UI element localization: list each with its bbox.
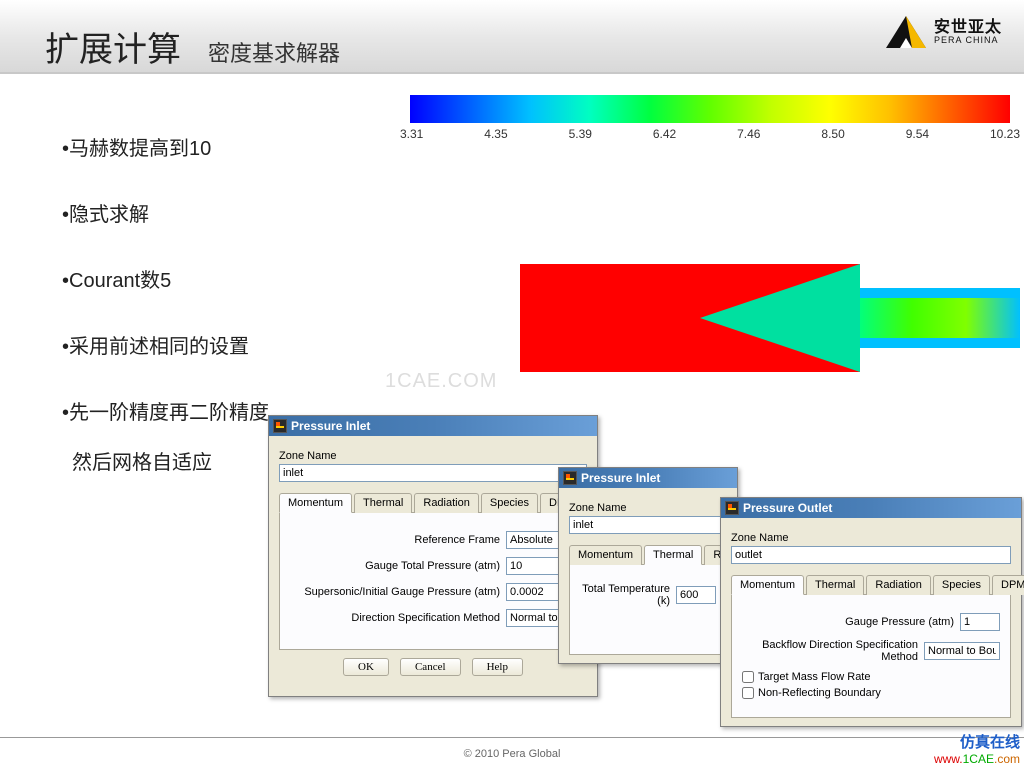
checkbox-label: Non-Reflecting Boundary xyxy=(758,687,881,699)
site-badge: 仿真在线 www.1CAE.com xyxy=(934,734,1020,766)
badge-url: www.1CAE.com xyxy=(934,752,1020,766)
slide-title: 扩展计算 xyxy=(45,22,181,71)
tab-momentum[interactable]: Momentum xyxy=(279,493,352,513)
backflow-direction-label: Backflow Direction Specification Method xyxy=(742,639,918,663)
checkbox-input[interactable] xyxy=(742,671,754,683)
watermark: 1CAE.COM xyxy=(385,370,497,393)
colorbar-ticks: 3.31 4.35 5.39 6.42 7.46 8.50 9.54 10.23 xyxy=(400,127,1020,141)
footer-copyright: © 2010 Pera Global xyxy=(0,748,1024,760)
logo-text-cn: 安世亚太 xyxy=(934,20,1002,36)
zone-name-label: Zone Name xyxy=(569,502,727,514)
gauge-pressure-input[interactable] xyxy=(960,613,1000,631)
tab-species[interactable]: Species xyxy=(933,575,990,595)
gauge-pressure-label: Gauge Pressure (atm) xyxy=(845,616,954,628)
color-legend: 3.31 4.35 5.39 6.42 7.46 8.50 9.54 10.23 xyxy=(410,95,1010,141)
logo-icon xyxy=(884,14,928,50)
bullet-4: •采用前述相同的设置 xyxy=(62,333,362,361)
tab-momentum[interactable]: Momentum xyxy=(731,575,804,595)
slide-subtitle: 密度基求解器 xyxy=(208,36,340,68)
colorbar xyxy=(410,95,1010,123)
zone-name-input[interactable] xyxy=(279,464,587,482)
dialog-title-text: Pressure Inlet xyxy=(581,468,660,488)
tick: 3.31 xyxy=(400,127,423,141)
zone-name-input[interactable] xyxy=(569,516,727,534)
tab-dpm[interactable]: DPM xyxy=(992,575,1024,595)
dialog-titlebar[interactable]: Pressure Outlet xyxy=(721,498,1021,518)
tab-thermal[interactable]: Thermal xyxy=(806,575,864,595)
dialog-title-text: Pressure Inlet xyxy=(291,416,370,436)
tab-thermal[interactable]: Thermal xyxy=(354,493,412,513)
bullet-1: •马赫数提高到10 xyxy=(62,135,362,163)
zone-name-label: Zone Name xyxy=(279,450,587,462)
dialog-titlebar[interactable]: Pressure Inlet xyxy=(559,468,737,488)
total-temperature-label: Total Temperature (k) xyxy=(580,583,670,607)
non-reflecting-checkbox[interactable]: Non-Reflecting Boundary xyxy=(742,687,1000,699)
bullet-3: •Courant数5 xyxy=(62,267,362,295)
tick: 5.39 xyxy=(569,127,592,141)
tick: 4.35 xyxy=(484,127,507,141)
direction-method-label: Direction Specification Method xyxy=(351,612,500,624)
checkbox-input[interactable] xyxy=(742,687,754,699)
badge-cn: 仿真在线 xyxy=(934,734,1020,752)
contour-plot xyxy=(520,258,1020,378)
app-icon xyxy=(563,471,577,485)
footer-divider xyxy=(0,737,1024,738)
tab-pane-momentum: Reference Frame Gauge Total Pressure (at… xyxy=(279,513,587,650)
dialog-pressure-outlet: Pressure Outlet Zone Name Momentum Therm… xyxy=(720,497,1022,727)
slide-header: 扩展计算 密度基求解器 安世亚太 PERA CHINA xyxy=(0,0,1024,74)
zone-name-label: Zone Name xyxy=(731,532,1011,544)
reference-frame-label: Reference Frame xyxy=(414,534,500,546)
backflow-direction-select[interactable] xyxy=(924,642,1000,660)
tab-bar: Momentum Thermal Radiation Species DPM xyxy=(731,574,1011,595)
zone-name-input[interactable] xyxy=(731,546,1011,564)
tab-bar: Momentum Thermal Radiati xyxy=(569,544,727,565)
ok-button[interactable]: OK xyxy=(343,658,389,676)
app-icon xyxy=(273,419,287,433)
bullet-2: •隐式求解 xyxy=(62,201,362,229)
supersonic-pressure-label: Supersonic/Initial Gauge Pressure (atm) xyxy=(304,586,500,598)
tab-radiation[interactable]: Radiation xyxy=(866,575,930,595)
tick: 7.46 xyxy=(737,127,760,141)
logo-text-en: PERA CHINA xyxy=(934,36,1002,45)
tab-species[interactable]: Species xyxy=(481,493,538,513)
dialog-title-text: Pressure Outlet xyxy=(743,498,832,518)
help-button[interactable]: Help xyxy=(472,658,523,676)
button-row: OK Cancel Help xyxy=(279,650,587,688)
gauge-total-pressure-label: Gauge Total Pressure (atm) xyxy=(365,560,500,572)
tab-thermal[interactable]: Thermal xyxy=(644,545,702,565)
checkbox-label: Target Mass Flow Rate xyxy=(758,671,870,683)
dialog-titlebar[interactable]: Pressure Inlet xyxy=(269,416,597,436)
tick: 10.23 xyxy=(990,127,1020,141)
tab-bar: Momentum Thermal Radiation Species DPM xyxy=(279,492,587,513)
dialog-pressure-inlet-2: Pressure Inlet Zone Name Momentum Therma… xyxy=(558,467,738,664)
total-temperature-input[interactable] xyxy=(676,586,716,604)
tick: 6.42 xyxy=(653,127,676,141)
dialog-pressure-inlet-1: Pressure Inlet Zone Name Momentum Therma… xyxy=(268,415,598,697)
tick: 9.54 xyxy=(906,127,929,141)
tab-momentum[interactable]: Momentum xyxy=(569,545,642,565)
cancel-button[interactable]: Cancel xyxy=(400,658,461,676)
tab-pane-thermal: Total Temperature (k) xyxy=(569,565,727,655)
tick: 8.50 xyxy=(821,127,844,141)
app-icon xyxy=(725,501,739,515)
pera-logo: 安世亚太 PERA CHINA xyxy=(884,14,1002,50)
tab-radiation[interactable]: Radiation xyxy=(414,493,478,513)
target-mass-flow-checkbox[interactable]: Target Mass Flow Rate xyxy=(742,671,1000,683)
tab-pane-momentum: Gauge Pressure (atm) Backflow Direction … xyxy=(731,595,1011,718)
